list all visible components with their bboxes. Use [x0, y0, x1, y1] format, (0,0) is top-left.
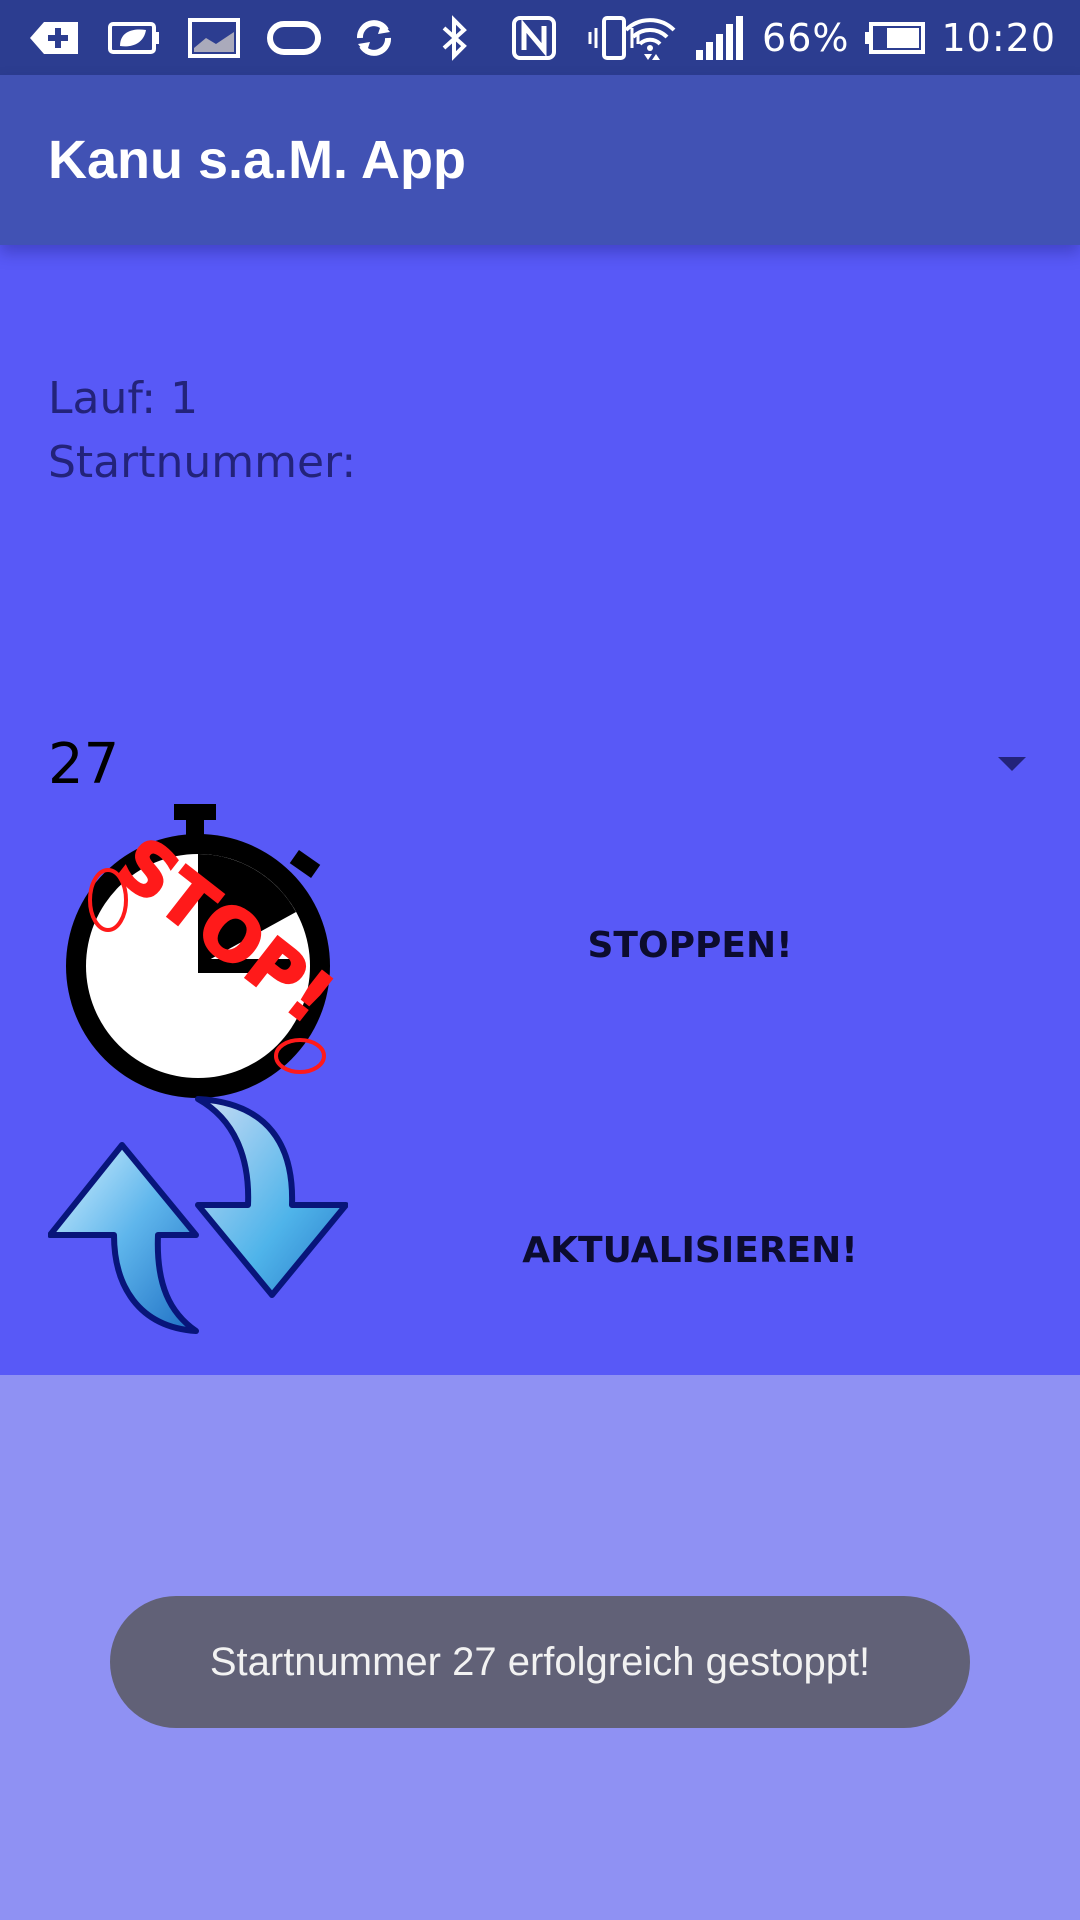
- sync-icon: [346, 10, 402, 66]
- refresh-button[interactable]: AKTUALISIEREN!: [350, 1215, 1030, 1285]
- rounded-rect-icon: [266, 10, 322, 66]
- clock: 10:20: [941, 15, 1056, 60]
- status-bar: 66% 10:20: [0, 0, 1080, 75]
- bluetooth-icon: [426, 10, 482, 66]
- battery-saver-icon: [106, 10, 162, 66]
- toast: Startnummer 27 erfolgreich gestoppt!: [110, 1596, 970, 1728]
- stop-row: STOP! STOPPEN!: [0, 800, 1080, 1100]
- main-content: Lauf: 1 Startnummer: 27 STOP! STOPPEN! A…: [0, 245, 1080, 1375]
- start-number-spinner[interactable]: 27: [48, 725, 1032, 805]
- stop-button[interactable]: STOPPEN!: [350, 910, 1030, 980]
- start-number-label: Startnummer:: [48, 437, 357, 488]
- status-bar-system: 66% 10:20: [622, 0, 1056, 75]
- back-plus-icon: [26, 10, 82, 66]
- nfc-icon: [506, 10, 562, 66]
- spinner-selected-value: 27: [48, 732, 120, 797]
- image-icon: [186, 10, 242, 66]
- toast-message: Startnummer 27 erfolgreich gestoppt!: [209, 1639, 871, 1684]
- refresh-arrows-icon[interactable]: [47, 1095, 349, 1335]
- battery-percent: 66%: [762, 15, 850, 60]
- run-label: Lauf: 1: [48, 373, 199, 424]
- dropdown-arrow-icon: [992, 745, 1032, 785]
- wifi-icon: [622, 10, 678, 66]
- status-bar-notifications: [26, 0, 642, 75]
- refresh-row: AKTUALISIEREN!: [0, 1095, 1080, 1335]
- signal-icon: [692, 10, 748, 66]
- stopwatch-icon[interactable]: STOP!: [60, 800, 350, 1100]
- app-bar: Kanu s.a.M. App: [0, 75, 1080, 245]
- app-title: Kanu s.a.M. App: [48, 130, 467, 190]
- battery-icon: [863, 10, 927, 66]
